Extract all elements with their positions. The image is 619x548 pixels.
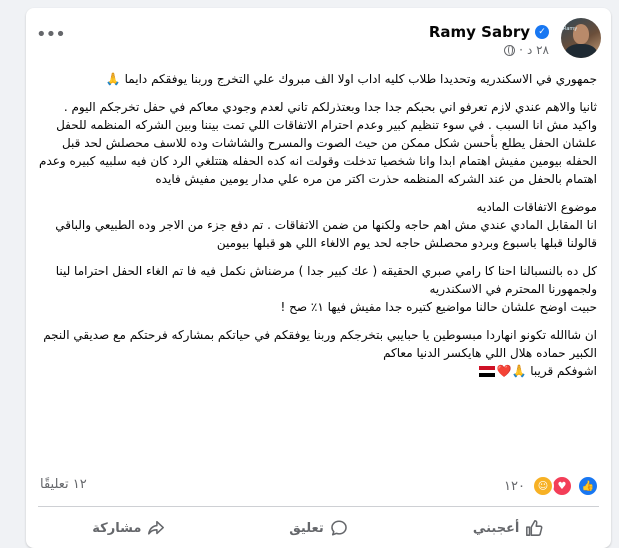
love-reaction-icon: ♥ <box>551 475 573 497</box>
verified-badge-icon: ✓ <box>535 25 549 39</box>
author-row: Ramy Sabry ✓ <box>429 23 549 41</box>
author-avatar[interactable]: Ramy <box>561 18 601 58</box>
like-reaction-icon: 👍 <box>577 475 599 497</box>
care-reaction-icon: ☺ <box>532 475 554 497</box>
globe-icon <box>504 44 516 56</box>
post-card: Ramy Ramy Sabry ✓ ٢٨ د · ••• جمهوري في ا… <box>26 8 611 548</box>
avatar-brand-text: Ramy <box>563 26 578 32</box>
post-paragraph: جمهوري في الاسكندريه وتحديدا طلاب كليه ا… <box>105 72 597 86</box>
comment-icon <box>330 520 347 536</box>
post-paragraph: ثانيا والاهم عندي لازم تعرفو اني بحبكم ج… <box>39 100 597 186</box>
author-name[interactable]: Ramy Sabry <box>429 23 530 41</box>
actions-divider <box>38 506 599 507</box>
post-meta: ٢٨ د · <box>504 43 549 57</box>
more-options-icon[interactable]: ••• <box>36 26 66 48</box>
share-label: مشاركة <box>92 520 142 536</box>
like-icon <box>526 520 543 536</box>
reactions-row: 👍 ♥ ☺ ١٢٠ ١٢ تعليقًا <box>26 471 611 497</box>
reactions-count[interactable]: ١٢٠ <box>504 479 525 494</box>
post-paragraph: كل ده بالنسبالنا احنا كا رامي صبري الحقي… <box>55 264 597 314</box>
comment-label: تعليق <box>289 520 324 536</box>
post-text: جمهوري في الاسكندريه وتحديدا طلاب كليه ا… <box>37 70 597 386</box>
post-header: Ramy Ramy Sabry ✓ ٢٨ د · ••• <box>26 8 611 70</box>
reactions-summary[interactable]: 👍 ♥ ☺ ١٢٠ <box>504 475 599 497</box>
comments-count[interactable]: ١٢ تعليقًا <box>40 477 87 492</box>
share-icon <box>148 520 165 535</box>
egypt-flag-icon <box>478 366 495 378</box>
like-label: أعجبني <box>472 520 520 536</box>
post-timestamp[interactable]: ٢٨ د <box>527 43 549 57</box>
post-paragraph: ان شاالله تكونو انهاردا مبسوطين يا حبايب… <box>43 328 597 378</box>
post-paragraph: موضوع الاتفاقات الماديه انا المقابل الما… <box>55 200 597 250</box>
